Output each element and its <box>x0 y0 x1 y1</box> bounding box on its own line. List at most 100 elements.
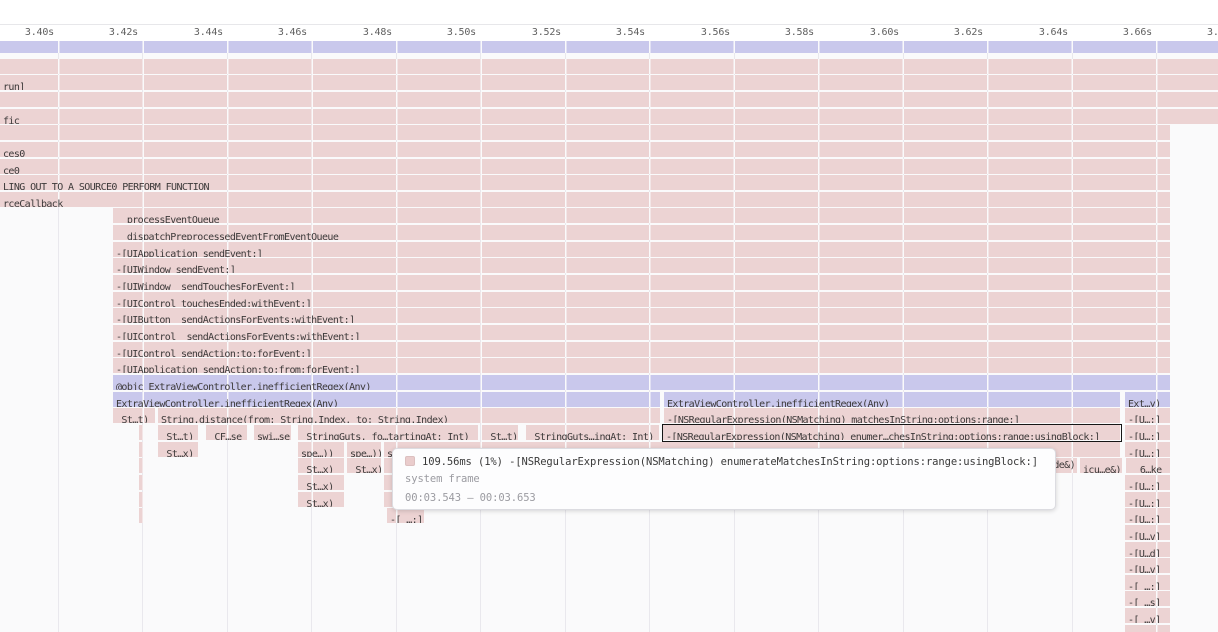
flame-frame[interactable] <box>139 492 143 507</box>
frame-label: -[NSRegularExpression(NSMatching) matche… <box>664 413 1019 423</box>
flame-frame[interactable] <box>139 425 143 440</box>
flame-frame[interactable]: -[UIApplication sendEvent:] <box>113 242 1170 257</box>
flame-frame[interactable]: -[U…:] <box>1125 492 1170 507</box>
flame-frame[interactable] <box>139 508 143 523</box>
flame-frame[interactable]: run] <box>0 75 1218 90</box>
flame-frame[interactable] <box>0 125 1170 140</box>
frame-label: @objc ExtraViewController.inefficientReg… <box>113 380 371 390</box>
frame-label: fic <box>0 114 19 124</box>
frame-label: String.distance(from: String.Index, to: … <box>158 413 448 423</box>
flame-frame[interactable]: spe…)) <box>347 442 381 457</box>
flame-frame[interactable]: __dispatchPreprocessedEventFromEventQueu… <box>113 225 1170 240</box>
frame-label: -[UIControl sendAction:to:forEvent:] <box>113 347 311 357</box>
flame-frame[interactable] <box>139 442 143 457</box>
flame-frame[interactable]: _St…x) <box>347 458 381 473</box>
tooltip-title: 109.56ms (1%) -[NSRegularExpression(NSMa… <box>422 456 1038 468</box>
flame-frame[interactable]: -[UIButton _sendActionsForEvents:withEve… <box>113 308 1170 323</box>
frame-label: -[U…:] <box>1125 447 1161 457</box>
frame-label: _St…t) <box>158 430 194 440</box>
flame-frame[interactable]: -[UIControl touchesEnded:withEvent:] <box>113 292 1170 307</box>
time-tick-label: 3.66s <box>1094 27 1152 39</box>
flame-frame[interactable]: _St…t) <box>113 408 155 423</box>
flame-frame[interactable]: Ext…y) <box>1125 392 1170 407</box>
frame-label: _St…t) <box>113 413 149 423</box>
flame-frame[interactable]: -[U…:] <box>1125 442 1170 457</box>
flame-frame[interactable]: -[U…d] <box>1125 542 1170 557</box>
flame-frame[interactable]: _St…t) <box>158 425 198 440</box>
time-tick-label: 3. <box>1207 27 1218 39</box>
tooltip-frame-kind: system frame <box>405 470 1045 489</box>
flame-frame[interactable]: -[U…:] <box>1125 408 1170 423</box>
flame-frame[interactable] <box>0 92 1218 107</box>
frame-label: -[U…d] <box>1125 547 1161 557</box>
flame-frame[interactable]: -[UIControl sendAction:to:forEvent:] <box>113 342 1170 357</box>
frame-label: spe…)) <box>298 447 334 457</box>
flame-frame[interactable]: _St…x) <box>158 442 198 457</box>
flame-frame[interactable] <box>1125 625 1170 632</box>
flame-frame[interactable]: _St…x) <box>298 475 344 490</box>
frame-label: _St…t) <box>482 430 518 440</box>
flame-frame[interactable] <box>0 59 1218 74</box>
flame-frame[interactable]: -[UIApplication sendAction:to:from:forEv… <box>113 358 1170 373</box>
flame-frame[interactable]: -[UIControl _sendActionsForEvents:withEv… <box>113 325 1170 340</box>
flame-frame-selected[interactable]: -[NSRegularExpression(NSMatching) enumer… <box>663 425 1120 440</box>
flame-frame[interactable]: __processEventQueue <box>113 208 1170 223</box>
flame-frame[interactable] <box>139 475 143 490</box>
flame-frame[interactable]: _St…x) <box>298 492 344 507</box>
flame-frame[interactable]: -[U…:] <box>1125 475 1170 490</box>
flame-frame[interactable]: _StringGuts._fo…tartingAt: Int) <box>298 425 478 440</box>
time-tick-label: 3.44s <box>165 27 223 39</box>
flame-frame[interactable]: _St…x) <box>298 458 344 473</box>
flame-frame[interactable]: ExtraViewController.inefficientRegex(Any… <box>664 392 1120 407</box>
flame-frame[interactable]: icu…e&) <box>1080 458 1122 473</box>
flame-frame[interactable]: -[NSRegularExpression(NSMatching) matche… <box>664 408 1120 423</box>
flame-frame[interactable]: rceCallback <box>0 192 1170 207</box>
frame-label: _St…x) <box>298 497 334 507</box>
frame-label: __processEventQueue <box>113 213 219 223</box>
flame-frame[interactable]: LING_OUT_TO_A_SOURCE0_PERFORM_FUNCTION__ <box>0 175 1170 190</box>
flame-frame[interactable]: fic <box>0 109 1218 124</box>
frame-label: ce0 <box>0 164 19 174</box>
flame-frame[interactable]: -[U…:] <box>1125 425 1170 440</box>
flame-frame[interactable]: spe…)) <box>298 442 344 457</box>
flame-frame[interactable]: _St…t) <box>482 425 518 440</box>
flame-frame[interactable]: _StringGuts…ingAt: Int) <box>526 425 659 440</box>
frame-label: -[UIControl _sendActionsForEvents:withEv… <box>113 330 360 340</box>
frame-label: _St…x) <box>158 447 194 457</box>
flame-frame[interactable]: -[_…:] <box>1125 575 1170 590</box>
frame-label: -[U…:] <box>1125 480 1161 490</box>
flame-frame[interactable]: -[_…:] <box>387 508 424 523</box>
time-tick-label: 3.46s <box>249 27 307 39</box>
flame-frame[interactable]: -[_…v] <box>1125 608 1170 623</box>
frame-label: -[_…:] <box>1125 580 1161 590</box>
flame-frame[interactable]: swi…se <box>254 425 291 440</box>
flame-frame[interactable]: ces0 <box>0 142 1170 157</box>
flame-frame[interactable]: -[U…v] <box>1125 558 1170 573</box>
flame-frame[interactable] <box>0 41 1218 53</box>
frame-label: ces0 <box>0 147 25 157</box>
flame-frame[interactable]: -[U…v] <box>1125 525 1170 540</box>
flame-frame[interactable]: -[U…:] <box>1125 508 1170 523</box>
time-ruler[interactable]: 3.40s3.42s3.44s3.46s3.48s3.50s3.52s3.54s… <box>0 0 1218 41</box>
frame-label: -[U…:] <box>1125 413 1161 423</box>
frame-label: -[UIApplication sendEvent:] <box>113 247 262 257</box>
flame-frame[interactable]: __6…ke <box>1126 458 1170 473</box>
frame-label: -[UIButton _sendActionsForEvents:withEve… <box>113 313 355 323</box>
flame-frame[interactable]: -[UIWindow sendEvent:] <box>113 258 1170 273</box>
flame-frame[interactable]: String.distance(from: String.Index, to: … <box>158 408 660 423</box>
flame-frame[interactable]: @objc ExtraViewController.inefficientReg… <box>113 375 1170 390</box>
frame-label: _St…x) <box>298 480 334 490</box>
tooltip: 109.56ms (1%) -[NSRegularExpression(NSMa… <box>392 448 1056 510</box>
flame-frame[interactable]: _CF…se <box>206 425 247 440</box>
frame-label: __6…ke <box>1126 463 1162 473</box>
flame-frame[interactable]: ce0 <box>0 159 1170 174</box>
flame-frame[interactable]: -[_…s] <box>1125 591 1170 606</box>
flame-frame[interactable] <box>139 458 143 473</box>
flame-frame[interactable]: ExtraViewController.inefficientRegex(Any… <box>113 392 660 407</box>
frame-label: -[U…:] <box>1125 497 1161 507</box>
time-tick-label: 3.52s <box>503 27 561 39</box>
frame-label: spe…)) <box>347 447 381 457</box>
time-tick-label: 3.56s <box>672 27 730 39</box>
flame-frame[interactable]: -[UIWindow _sendTouchesForEvent:] <box>113 275 1170 290</box>
frame-label: __dispatchPreprocessedEventFromEventQueu… <box>113 230 338 240</box>
